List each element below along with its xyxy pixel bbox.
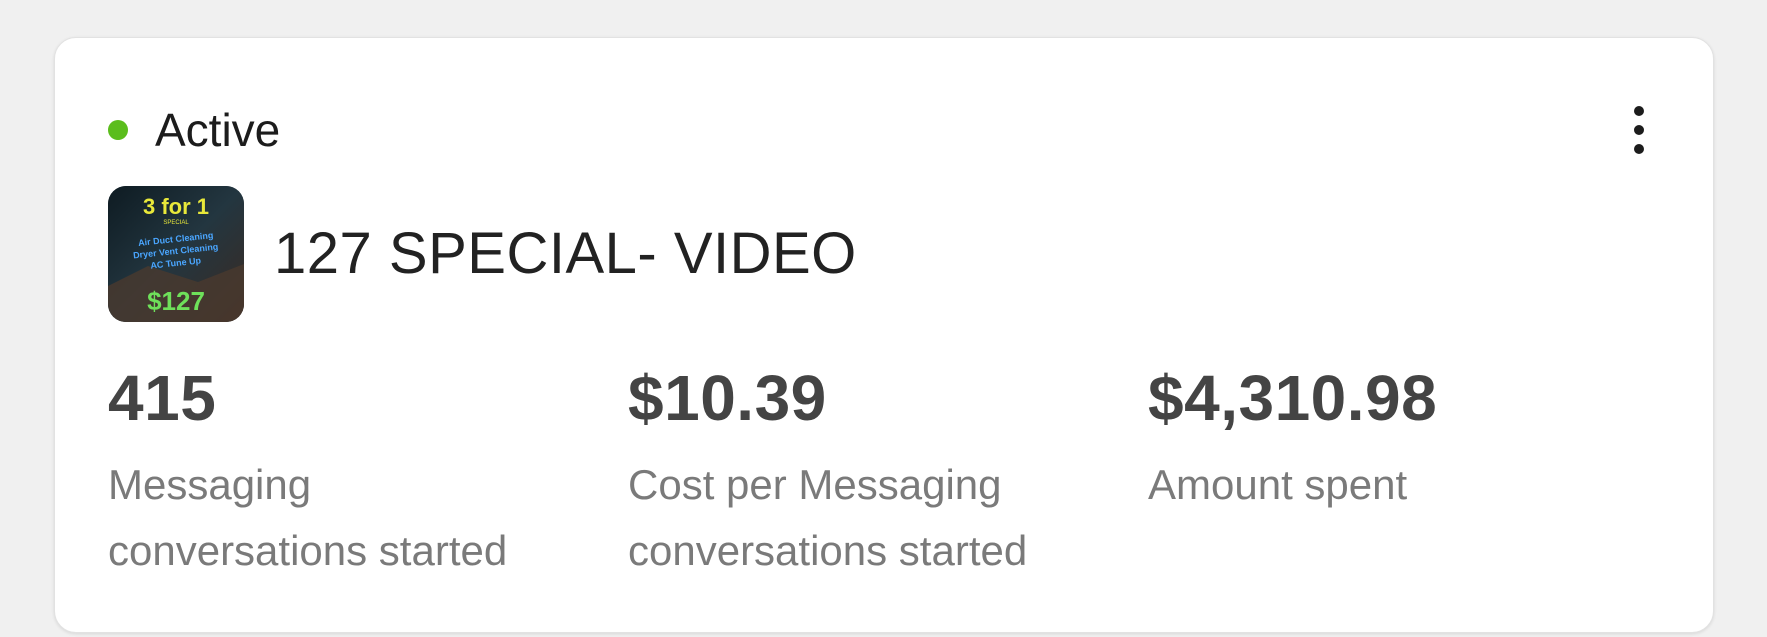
more-vertical-icon <box>1634 106 1644 116</box>
metric-label: Amount spent <box>1148 461 1408 508</box>
metrics-row: 415 Messaging conversations started $10.… <box>108 366 1668 584</box>
status-row: Active <box>108 98 280 162</box>
metric-value: 415 <box>108 362 217 434</box>
ad-header[interactable]: 3 for 1 SPECIAL Air Duct Cleaning Dryer … <box>108 186 857 322</box>
ad-card[interactable]: Active 3 for 1 SPECIAL Air Duct Cleaning… <box>54 37 1714 633</box>
metric-value: $10.39 <box>628 362 827 434</box>
thumb-price: $127 <box>147 286 205 316</box>
metric-label: Messaging conversations started <box>108 461 508 574</box>
ad-title[interactable]: 127 SPECIAL- VIDEO <box>274 225 857 283</box>
thumb-subline: SPECIAL <box>163 220 189 226</box>
metric-label: Cost per Messaging conversations started <box>628 461 1028 574</box>
thumb-headline: 3 for 1 <box>143 194 209 219</box>
status-label: Active <box>155 104 281 156</box>
ad-thumbnail[interactable]: 3 for 1 SPECIAL Air Duct Cleaning Dryer … <box>108 186 244 322</box>
metric-cost-per-conversation: $10.39 Cost per Messaging conversations … <box>628 366 1148 584</box>
status-dot-icon <box>108 120 128 140</box>
metric-messaging-conversations: 415 Messaging conversations started <box>108 366 628 584</box>
more-options-button[interactable] <box>1619 100 1659 160</box>
metric-amount-spent: $4,310.98 Amount spent <box>1148 366 1668 584</box>
metric-value: $4,310.98 <box>1148 362 1438 434</box>
ad-thumbnail-image: 3 for 1 SPECIAL Air Duct Cleaning Dryer … <box>108 186 244 322</box>
